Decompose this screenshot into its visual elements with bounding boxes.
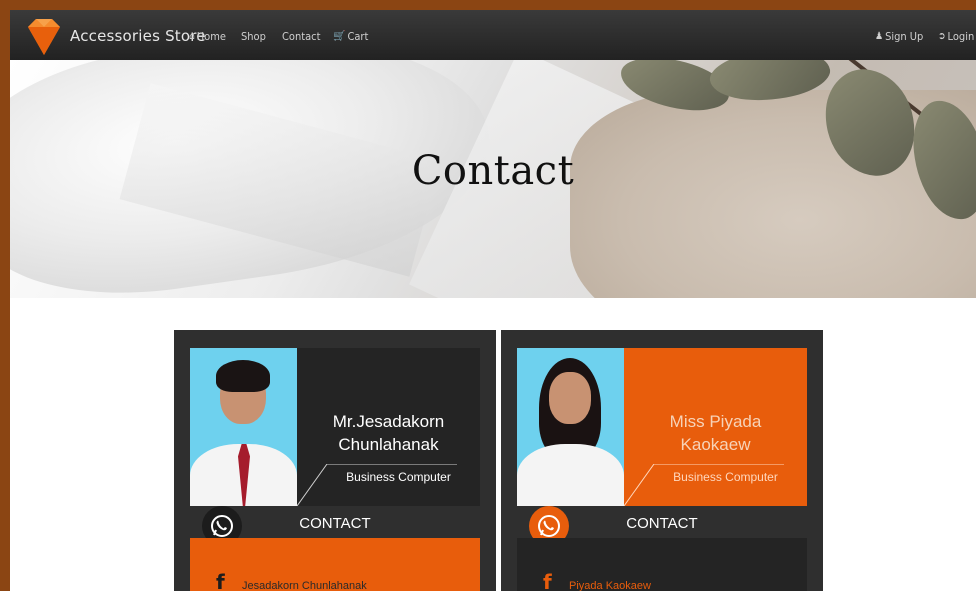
facebook-name-link[interactable]: Jesadakorn Chunlahanak — [242, 580, 367, 591]
contact-cards: Mr.Jesadakorn Chunlahanak Business Compu… — [174, 330, 824, 591]
facebook-name-link[interactable]: Piyada Kaokaew — [569, 580, 651, 591]
profile-photo — [517, 348, 624, 506]
name-panel: Miss Piyada Kaokaew Business Computer — [624, 348, 807, 506]
nav-shop-label: Shop — [241, 30, 266, 43]
person-name: Miss Piyada Kaokaew — [669, 412, 762, 454]
facebook-icon[interactable]: f — [543, 570, 552, 591]
nav-signup-link[interactable]: ♟ Sign Up — [875, 30, 923, 43]
top-navbar: Accessories Store ⌂ Home Shop Contact 🛒 … — [10, 10, 976, 60]
hero-banner: Contact — [10, 60, 976, 298]
brand-name[interactable]: Accessories Store — [70, 27, 206, 45]
profile-photo — [190, 348, 297, 506]
facebook-icon[interactable]: f — [216, 570, 225, 591]
home-icon: ⌂ — [189, 31, 195, 42]
user-icon: ♟ — [875, 31, 884, 42]
nav-login-link[interactable]: ➲ Login — [938, 30, 974, 43]
nav-login-label: Login — [947, 30, 975, 43]
cart-icon: 🛒 — [333, 31, 346, 42]
person-role: Business Computer — [346, 470, 451, 484]
diamond-logo-icon[interactable] — [26, 17, 62, 57]
page-title: Contact — [411, 148, 575, 194]
contact-info-panel: f Piyada Kaokaew — [517, 538, 807, 591]
nav-signup-label: Sign Up — [885, 30, 924, 43]
nav-home-label: Home — [196, 30, 226, 43]
nav-home-link[interactable]: ⌂ Home — [189, 30, 226, 43]
page-content: Accessories Store ⌂ Home Shop Contact 🛒 … — [10, 10, 976, 591]
nav-contact-label: Contact — [282, 30, 321, 43]
contact-card: Mr.Jesadakorn Chunlahanak Business Compu… — [174, 330, 496, 591]
name-panel: Mr.Jesadakorn Chunlahanak Business Compu… — [297, 348, 480, 506]
person-name: Mr.Jesadakorn Chunlahanak — [332, 412, 445, 454]
login-icon: ➲ — [938, 31, 946, 42]
contact-info-panel: f Jesadakorn Chunlahanak — [190, 538, 480, 591]
contact-card: Miss Piyada Kaokaew Business Computer CO… — [501, 330, 823, 591]
nav-shop-link[interactable]: Shop — [241, 30, 266, 43]
page-frame: Accessories Store ⌂ Home Shop Contact 🛒 … — [0, 0, 976, 591]
nav-contact-link[interactable]: Contact — [282, 30, 321, 43]
hero-fabric — [570, 90, 976, 298]
nav-cart-link[interactable]: 🛒 Cart — [333, 30, 368, 43]
nav-cart-label: Cart — [347, 30, 369, 43]
person-role: Business Computer — [673, 470, 778, 484]
